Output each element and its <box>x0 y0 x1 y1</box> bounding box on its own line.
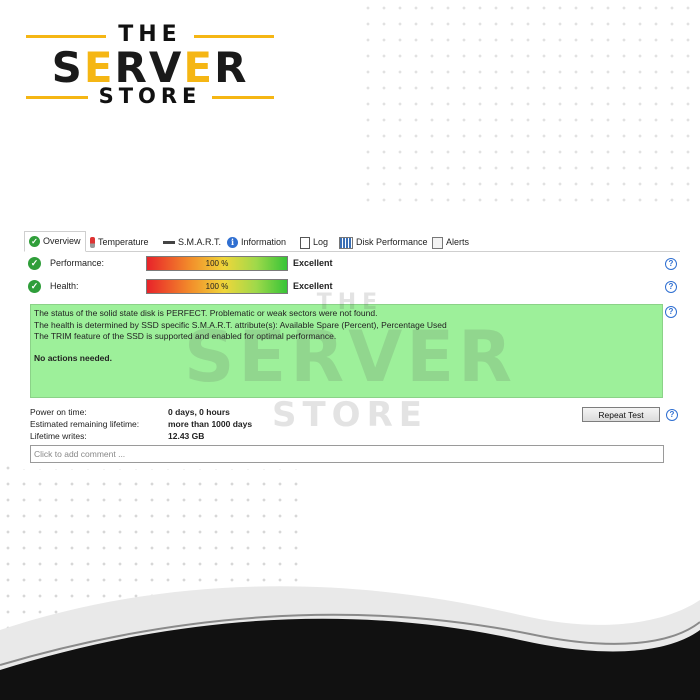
dot-pattern-top-right <box>360 0 700 210</box>
help-icon[interactable]: ? <box>666 409 678 421</box>
tab-log[interactable]: Log <box>300 233 328 251</box>
check-circle-icon: ✓ <box>28 257 41 270</box>
check-circle-icon: ✓ <box>29 236 40 248</box>
alerts-icon <box>432 236 443 249</box>
tab-overview[interactable]: ✓ Overview <box>24 231 86 252</box>
logo-store-text: STORE <box>98 84 202 108</box>
help-icon[interactable]: ? <box>665 281 677 293</box>
performance-label: Performance: <box>50 258 105 268</box>
tab-label: Disk Performance <box>356 237 428 247</box>
decorative-swoosh <box>0 586 700 700</box>
tab-temperature[interactable]: Temperature <box>90 233 149 251</box>
remaining-lifetime-value: more than 1000 days <box>168 419 253 429</box>
comment-input[interactable]: Click to add comment ... <box>30 445 664 463</box>
actions-text: No actions needed. <box>34 353 112 363</box>
status-message-box: The status of the solid state disk is PE… <box>30 304 663 398</box>
health-label: Health: <box>50 281 79 291</box>
tab-label: Overview <box>43 236 81 246</box>
remaining-lifetime-label: Estimated remaining lifetime: <box>30 419 140 429</box>
the-server-store-logo: THE SERVER STORE <box>12 18 288 118</box>
performance-bar: 100 % <box>146 256 288 271</box>
lifetime-writes-value: 12.43 GB <box>168 431 205 441</box>
status-line-1: The status of the solid state disk is PE… <box>34 308 378 318</box>
status-line-2: The health is determined by SSD specific… <box>34 320 447 330</box>
thermometer-icon <box>90 237 95 249</box>
smart-bar-icon <box>163 241 175 245</box>
tab-information[interactable]: i Information <box>227 233 286 251</box>
bar-chart-icon <box>339 236 353 249</box>
health-rating: Excellent <box>293 281 333 291</box>
tab-bar: ✓ Overview Temperature S.M.A.R.T. i Inform… <box>24 231 680 252</box>
performance-rating: Excellent <box>293 258 333 268</box>
tab-label: Alerts <box>446 237 470 247</box>
power-on-time-label: Power on time: <box>30 407 87 417</box>
repeat-test-button[interactable]: Repeat Test <box>582 407 660 422</box>
tab-label: Temperature <box>98 237 149 247</box>
tab-alerts[interactable]: Alerts <box>432 233 469 251</box>
tab-label: S.M.A.R.T. <box>178 237 222 247</box>
ssd-health-window: ✓ Overview Temperature S.M.A.R.T. i Inform… <box>20 229 684 469</box>
tab-label: Information <box>241 237 287 247</box>
health-percent: 100 % <box>205 282 229 291</box>
document-icon <box>300 236 310 249</box>
tab-label: Log <box>313 237 329 247</box>
info-icon: i <box>227 237 238 249</box>
tab-disk-performance[interactable]: Disk Performance <box>339 233 428 251</box>
lifetime-writes-label: Lifetime writes: <box>30 431 87 441</box>
performance-row: ✓ Performance: 100 % Excellent ? <box>28 256 678 272</box>
health-bar: 100 % <box>146 279 288 294</box>
check-circle-icon: ✓ <box>28 280 41 293</box>
tab-smart[interactable]: S.M.A.R.T. <box>163 233 221 251</box>
status-line-3: The TRIM feature of the SSD is supported… <box>34 331 337 341</box>
power-on-time-value: 0 days, 0 hours <box>168 407 230 417</box>
performance-percent: 100 % <box>205 259 229 268</box>
health-row: ✓ Health: 100 % Excellent ? <box>28 279 678 295</box>
help-icon[interactable]: ? <box>665 258 677 270</box>
help-icon[interactable]: ? <box>665 306 677 318</box>
